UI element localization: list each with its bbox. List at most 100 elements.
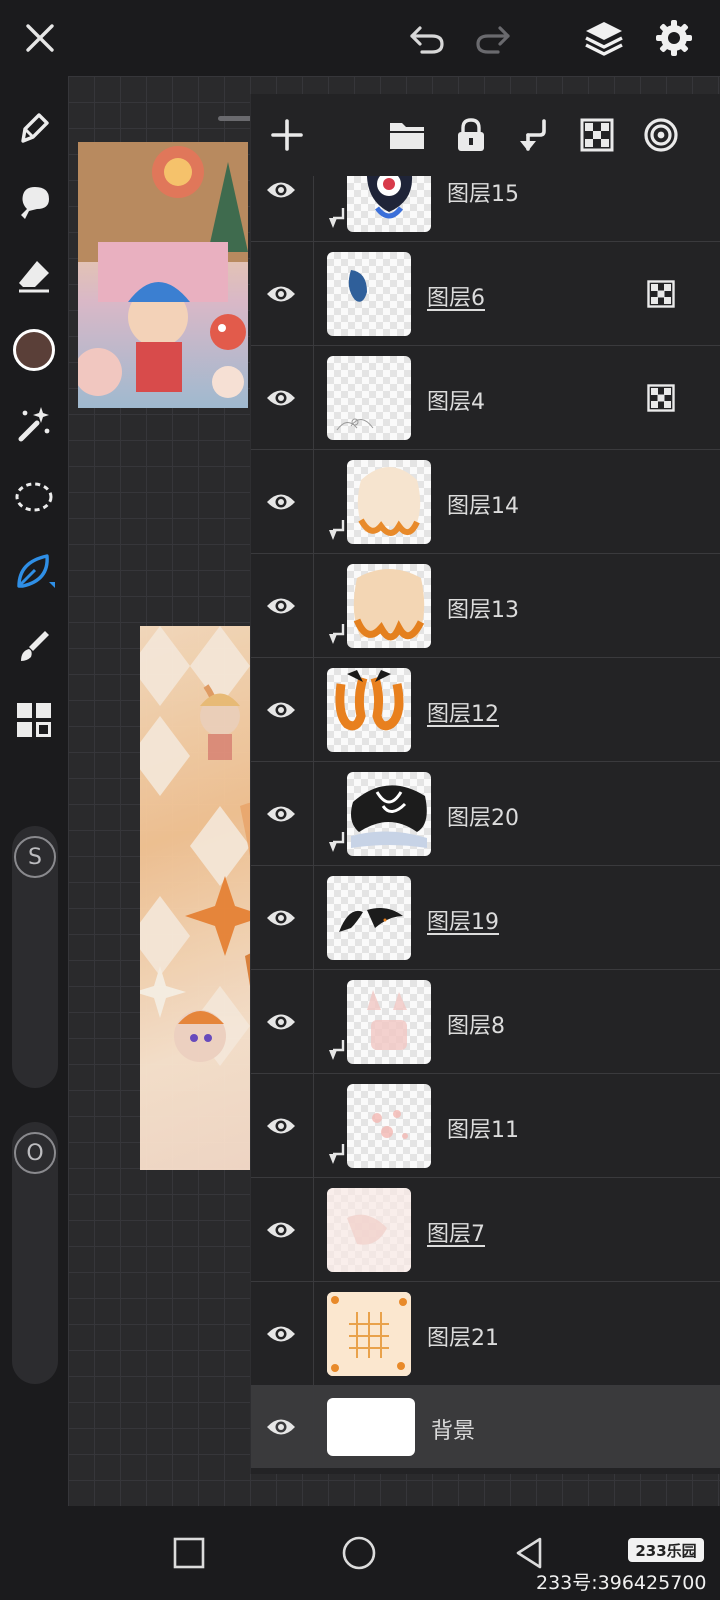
row-divider [313, 554, 314, 657]
layer-row[interactable]: 图层7 [251, 1178, 720, 1282]
layer-row[interactable]: 图层12 [251, 658, 720, 762]
visibility-eye-icon[interactable] [263, 590, 299, 622]
layer-row[interactable]: 图层14 [251, 450, 720, 554]
layer-row[interactable]: 图层20 [251, 762, 720, 866]
visibility-eye-icon[interactable] [263, 1411, 299, 1443]
add-layer-icon[interactable] [263, 111, 311, 159]
clip-indicator-icon [329, 832, 345, 852]
clip-indicator-icon [329, 624, 345, 644]
layer-row[interactable]: 图层8 [251, 970, 720, 1074]
clip-indicator-icon [329, 1144, 345, 1164]
layer-panel-toolbar [251, 94, 720, 176]
magic-wand-icon[interactable] [10, 400, 58, 448]
top-bar [0, 0, 720, 76]
alpha-lock-badge-icon[interactable] [647, 384, 675, 412]
layer-name: 图层19 [427, 910, 499, 935]
layer-thumbnail [347, 176, 431, 232]
brush-icon[interactable] [10, 104, 58, 152]
clip-indicator-icon [329, 1040, 345, 1060]
visibility-eye-icon[interactable] [263, 1006, 299, 1038]
layer-list[interactable]: 图层15 图层6 图层4 图层14 图层13 图层12 图层20 图层19 图层… [251, 176, 720, 1474]
layer-panel: 图层15 图层6 图层4 图层14 图层13 图层12 图层20 图层19 图层… [250, 94, 720, 1474]
layer-thumbnail [347, 460, 431, 544]
brush-size-knob[interactable]: S [14, 836, 56, 878]
layer-name: 图层14 [447, 494, 519, 519]
row-divider [313, 970, 314, 1073]
row-divider [313, 1178, 314, 1281]
visibility-eye-icon[interactable] [263, 1214, 299, 1246]
layer-thumbnail [327, 356, 411, 440]
row-divider [313, 1282, 314, 1385]
layer-name: 图层20 [447, 806, 519, 831]
brush-opacity-slider[interactable]: O [12, 1122, 58, 1384]
layer-thumbnail [347, 772, 431, 856]
clip-icon[interactable] [509, 111, 557, 159]
layer-name: 图层8 [447, 1014, 505, 1039]
layer-thumbnail [327, 1188, 411, 1272]
smudge-icon[interactable] [10, 178, 58, 226]
layer-row[interactable]: 图层6 [251, 242, 720, 346]
tool-sidebar: S O [0, 76, 68, 1506]
color-swatch[interactable] [10, 326, 58, 374]
visibility-eye-icon[interactable] [263, 1318, 299, 1350]
layer-thumbnail [327, 1292, 411, 1376]
layer-name: 图层11 [447, 1118, 519, 1143]
visibility-eye-icon[interactable] [263, 486, 299, 518]
redo-icon[interactable] [468, 14, 516, 62]
close-icon[interactable] [16, 14, 64, 62]
blend-icon[interactable] [637, 111, 685, 159]
layer-name: 图层4 [427, 390, 485, 415]
alpha-lock-icon[interactable] [573, 111, 621, 159]
row-divider [313, 866, 314, 969]
eraser-icon[interactable] [10, 252, 58, 300]
watermark-badge: 233乐园 [628, 1538, 704, 1562]
alpha-lock-badge-icon[interactable] [647, 280, 675, 308]
app-root: S O 图层15 图层6 图层4 图层14 图层13 图层12 图层20 图层1… [0, 0, 720, 1600]
layer-row[interactable]: 图层21 [251, 1282, 720, 1386]
row-divider [313, 1074, 314, 1177]
row-divider [313, 1386, 314, 1467]
layer-row-selected[interactable]: 背景 [251, 1386, 720, 1468]
folder-icon[interactable] [383, 111, 431, 159]
brush-opacity-knob[interactable]: O [14, 1132, 56, 1174]
leaf-brush-icon[interactable] [10, 548, 58, 596]
fill-brush-icon[interactable] [10, 622, 58, 670]
layer-name: 图层21 [427, 1326, 499, 1351]
visibility-eye-icon[interactable] [263, 278, 299, 310]
visibility-eye-icon[interactable] [263, 382, 299, 414]
panel-grip-handle[interactable] [218, 116, 254, 121]
home-icon[interactable] [334, 1528, 384, 1578]
visibility-eye-icon[interactable] [263, 694, 299, 726]
grid-icon[interactable] [10, 696, 58, 744]
visibility-eye-icon[interactable] [263, 902, 299, 934]
layer-thumbnail [347, 564, 431, 648]
watermark-text: 233号:396425700 [536, 1572, 707, 1594]
undo-icon[interactable] [404, 14, 452, 62]
layer-row[interactable]: 图层11 [251, 1074, 720, 1178]
layer-row[interactable]: 图层13 [251, 554, 720, 658]
recents-icon[interactable] [164, 1528, 214, 1578]
layer-row[interactable]: 图层4 [251, 346, 720, 450]
layer-thumbnail [347, 1084, 431, 1168]
layer-name: 图层12 [427, 702, 499, 727]
lasso-icon[interactable] [10, 474, 58, 522]
row-divider [313, 762, 314, 865]
row-divider [313, 658, 314, 761]
layer-name: 图层6 [427, 286, 485, 311]
lock-icon[interactable] [447, 111, 495, 159]
layer-name: 图层15 [447, 182, 519, 207]
row-divider [313, 346, 314, 449]
visibility-eye-icon[interactable] [263, 176, 299, 206]
layer-row[interactable]: 图层15 [251, 176, 720, 242]
layer-name: 图层7 [427, 1222, 485, 1247]
row-divider [313, 242, 314, 345]
layer-thumbnail [327, 1398, 415, 1456]
layer-row[interactable]: 图层19 [251, 866, 720, 970]
visibility-eye-icon[interactable] [263, 1110, 299, 1142]
layer-thumbnail [347, 980, 431, 1064]
row-divider [313, 176, 314, 241]
visibility-eye-icon[interactable] [263, 798, 299, 830]
layers-icon[interactable] [580, 14, 628, 62]
settings-icon[interactable] [650, 14, 698, 62]
brush-size-slider[interactable]: S [12, 826, 58, 1088]
